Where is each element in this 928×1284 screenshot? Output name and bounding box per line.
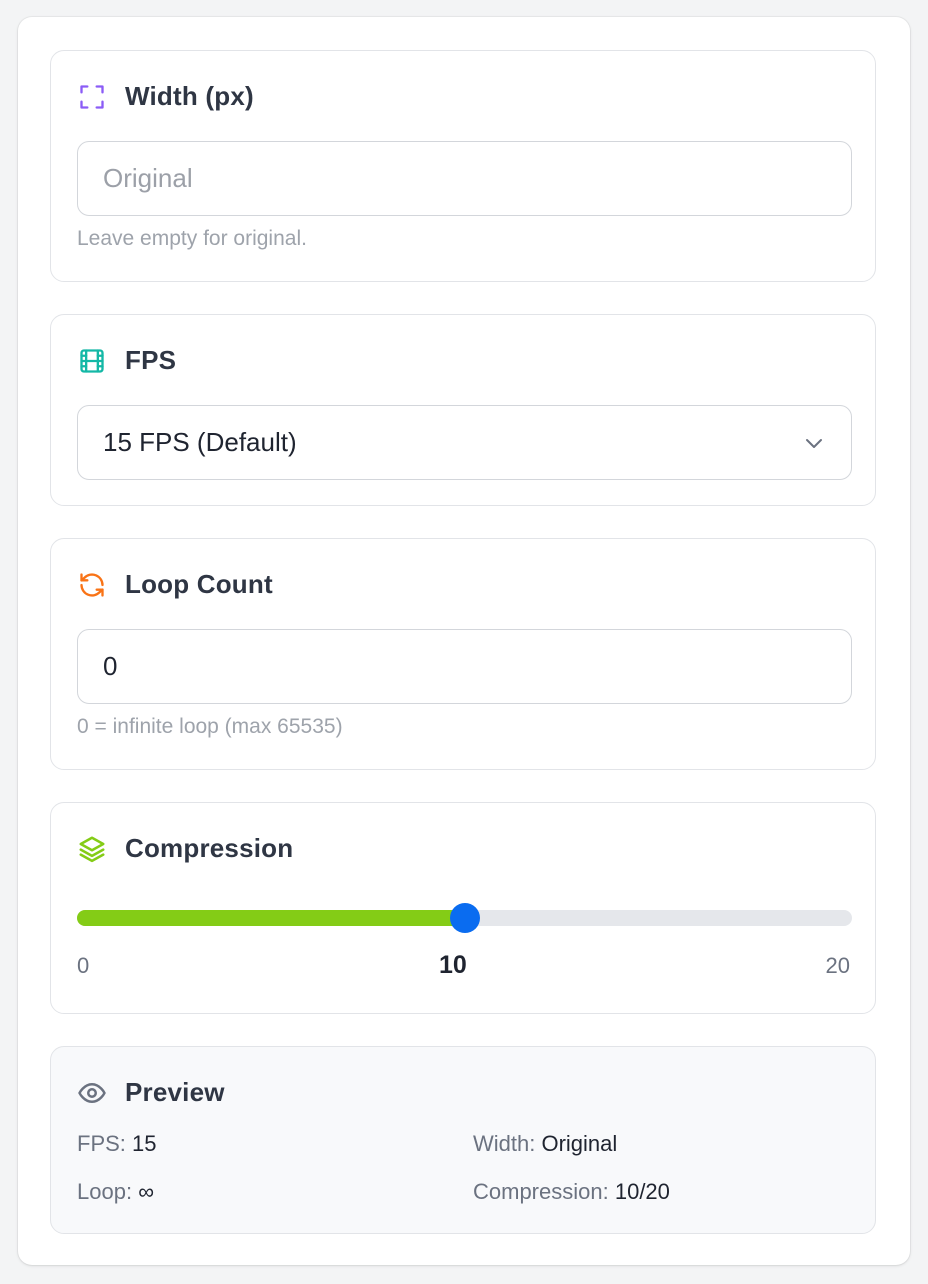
preview-header: Preview	[77, 1077, 225, 1108]
fps-select-value: 15 FPS (Default)	[103, 427, 297, 457]
loop-header: Loop Count	[77, 569, 273, 600]
compression-max-label: 20	[825, 953, 850, 978]
loop-count-input[interactable]	[77, 629, 852, 704]
loop-hint: 0 = infinite loop (max 65535)	[77, 715, 343, 738]
width-card: Width (px) Leave empty for original.	[50, 50, 876, 282]
preview-fps-label: FPS:	[77, 1131, 126, 1156]
width-input[interactable]	[77, 141, 852, 216]
preview-loop-label: Loop:	[77, 1179, 133, 1204]
preview-width-label: Width:	[473, 1131, 536, 1156]
fps-header: FPS	[77, 345, 176, 376]
compression-slider-fill	[77, 910, 465, 926]
expand-corners-icon	[77, 82, 107, 112]
preview-card: Preview FPS: 15 Width: Original Loop: ∞ …	[50, 1046, 876, 1234]
refresh-icon	[77, 570, 107, 600]
compression-value-label: 10	[439, 951, 467, 979]
film-icon	[77, 346, 107, 376]
compression-title: Compression	[125, 833, 294, 863]
compression-slider[interactable]	[77, 903, 852, 933]
preview-title: Preview	[125, 1077, 225, 1107]
width-header: Width (px)	[77, 81, 254, 112]
loop-card: Loop Count 0 = infinite loop (max 65535)	[50, 538, 876, 770]
compression-header: Compression	[77, 833, 293, 864]
preview-fps: FPS: 15	[77, 1131, 157, 1157]
preview-loop-value: ∞	[138, 1179, 154, 1204]
preview-width: Width: Original	[473, 1131, 617, 1157]
preview-compression: Compression: 10/20	[473, 1179, 670, 1205]
compression-min-label: 0	[77, 953, 90, 978]
fps-card: FPS 15 FPS (Default)	[50, 314, 876, 506]
width-hint: Leave empty for original.	[77, 227, 307, 250]
chevron-down-icon	[802, 431, 826, 455]
fps-title: FPS	[125, 345, 177, 375]
layers-icon	[77, 834, 107, 864]
eye-icon	[77, 1078, 107, 1108]
preview-loop: Loop: ∞	[77, 1179, 154, 1205]
loop-title: Loop Count	[125, 569, 273, 599]
preview-compression-value: 10/20	[614, 1179, 670, 1204]
compression-card: Compression 0 10 20	[50, 802, 876, 1014]
preview-compression-label: Compression:	[473, 1179, 609, 1204]
fps-select[interactable]: 15 FPS (Default)	[77, 405, 852, 480]
compression-slider-thumb[interactable]	[449, 903, 480, 933]
preview-fps-value: 15	[132, 1131, 157, 1156]
width-title: Width (px)	[125, 81, 254, 111]
preview-width-value: Original	[541, 1131, 618, 1156]
